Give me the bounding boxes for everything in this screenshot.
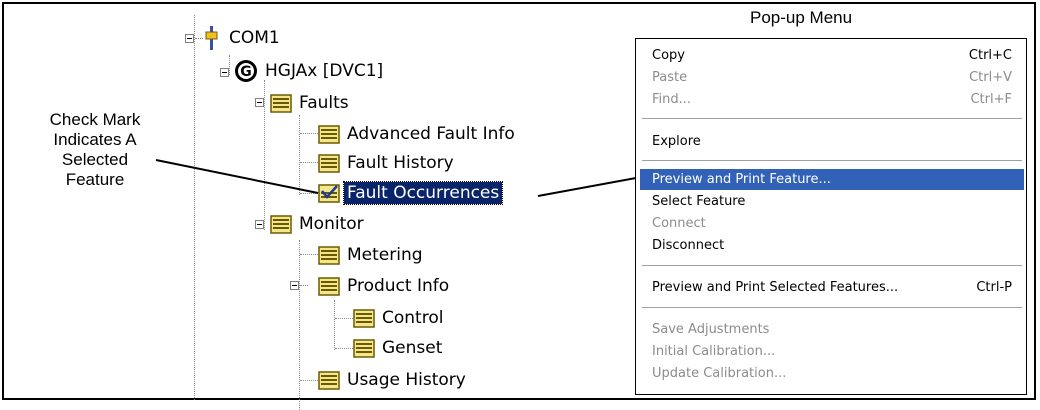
tree-label: Metering — [347, 245, 423, 265]
tree-label: Product Info — [347, 276, 450, 296]
collapse-monitor-icon[interactable] — [255, 220, 264, 229]
tree-label: Monitor — [299, 214, 364, 234]
tree-line — [194, 15, 195, 400]
menu-item-find[interactable]: Find... Ctrl+F — [640, 89, 1024, 110]
menu-separator — [642, 265, 1022, 267]
menu-item-shortcut: Ctrl+V — [969, 70, 1012, 85]
menu-item-shortcut: Ctrl-P — [976, 280, 1012, 295]
tree-node-advanced-fault-info[interactable]: Advanced Fault Info — [318, 122, 518, 146]
callout-line: Check Mark — [49, 110, 141, 129]
tree-line — [299, 240, 300, 410]
menu-item-disconnect[interactable]: Disconnect — [640, 235, 1024, 256]
menu-item-copy[interactable]: Copy Ctrl+C — [640, 45, 1024, 66]
folder-icon — [353, 309, 375, 328]
folder-icon — [318, 246, 340, 265]
device-g-icon: G — [235, 60, 257, 82]
menu-item-preview-print-feature[interactable]: Preview and Print Feature... — [640, 169, 1024, 190]
menu-item-label: Preview and Print Feature... — [652, 172, 831, 187]
menu-item-label: Initial Calibration... — [652, 344, 776, 359]
tree-node-faults[interactable]: Faults — [270, 91, 352, 115]
collapse-faults-icon[interactable] — [255, 98, 264, 107]
tree-label: HGJAx [DVC1] — [265, 61, 384, 81]
tree-line — [299, 115, 300, 195]
menu-item-paste[interactable]: Paste Ctrl+V — [640, 67, 1024, 88]
tree-line — [300, 285, 308, 286]
menu-item-label: Paste — [652, 70, 688, 85]
checked-folder-icon — [318, 184, 340, 203]
tree-label: Faults — [299, 93, 349, 113]
popup-menu-caption: Pop-up Menu — [750, 8, 853, 27]
svg-text:G: G — [240, 64, 252, 80]
folder-icon — [318, 277, 340, 296]
folder-icon — [270, 215, 292, 234]
tree-label: COM1 — [229, 28, 280, 48]
menu-item-label: Save Adjustments — [652, 322, 770, 337]
menu-item-label: Preview and Print Selected Features... — [652, 280, 899, 295]
tree-line — [335, 348, 353, 349]
tree-line — [300, 133, 318, 134]
menu-item-label: Select Feature — [652, 194, 746, 209]
menu-item-initial-calibration[interactable]: Initial Calibration... — [640, 341, 1024, 362]
tree-line — [300, 162, 318, 163]
tree-line — [300, 193, 318, 194]
tree-line — [335, 318, 353, 319]
menu-item-connect[interactable]: Connect — [640, 213, 1024, 234]
tree-label: Usage History — [347, 370, 466, 390]
folder-icon — [318, 125, 340, 144]
tree-label: Genset — [382, 338, 443, 358]
tree-line — [229, 55, 230, 75]
menu-separator — [642, 118, 1022, 120]
tree-node-product-info[interactable]: Product Info — [318, 274, 452, 298]
callout-line: Indicates A — [53, 130, 137, 149]
folder-icon — [318, 154, 340, 173]
com-port-icon — [205, 26, 218, 50]
tree-line — [195, 38, 203, 39]
tree-label: Fault History — [347, 153, 454, 173]
menu-item-explore[interactable]: Explore — [640, 131, 1024, 152]
menu-item-select-feature[interactable]: Select Feature — [640, 191, 1024, 212]
tree-node-fault-history[interactable]: Fault History — [318, 151, 457, 175]
collapse-device-icon[interactable] — [220, 68, 229, 77]
menu-item-label: Find... — [652, 92, 692, 107]
tree-node-com1[interactable]: COM1 — [204, 26, 283, 50]
tree-node-usage-history[interactable]: Usage History — [318, 368, 469, 392]
tree-node-control[interactable]: Control — [353, 306, 446, 330]
menu-separator — [642, 307, 1022, 309]
tree-line — [334, 300, 335, 350]
menu-item-label: Disconnect — [652, 238, 725, 253]
callout-line: Selected — [61, 150, 129, 169]
tree-label: Control — [382, 308, 444, 328]
tree-label-selected: Fault Occurrences — [342, 181, 504, 205]
folder-icon — [270, 94, 292, 113]
menu-item-label: Connect — [652, 216, 706, 231]
tree-node-device[interactable]: G HGJAx [DVC1] — [234, 59, 386, 83]
check-mark-callout: Check Mark Indicates A Selected Feature — [20, 110, 170, 190]
tree-node-genset[interactable]: Genset — [353, 336, 445, 360]
tree-node-fault-occurrences[interactable]: Fault Occurrences — [318, 181, 504, 205]
menu-item-shortcut: Ctrl+F — [970, 92, 1012, 107]
collapse-product-info-icon[interactable] — [290, 281, 299, 290]
tree-line — [300, 254, 318, 255]
menu-item-preview-print-selected[interactable]: Preview and Print Selected Features... C… — [640, 277, 1024, 298]
tree-line — [264, 80, 265, 230]
folder-icon — [353, 339, 375, 358]
menu-item-label: Update Calibration... — [652, 366, 787, 381]
menu-item-update-calibration[interactable]: Update Calibration... — [640, 363, 1024, 384]
tree-label: Advanced Fault Info — [347, 124, 515, 144]
tree-node-monitor[interactable]: Monitor — [270, 212, 367, 236]
menu-item-shortcut: Ctrl+C — [968, 48, 1012, 63]
menu-separator — [642, 160, 1022, 162]
menu-item-label: Copy — [652, 48, 685, 63]
folder-icon — [318, 371, 340, 390]
tree-line — [300, 380, 318, 381]
tree-node-metering[interactable]: Metering — [318, 243, 426, 267]
collapse-com1-icon[interactable] — [185, 34, 194, 43]
callout-line: Feature — [65, 170, 125, 189]
menu-item-label: Explore — [652, 134, 701, 149]
context-menu: Copy Ctrl+C Paste Ctrl+V Find... Ctrl+F … — [635, 38, 1027, 395]
menu-item-save-adjustments[interactable]: Save Adjustments — [640, 319, 1024, 340]
